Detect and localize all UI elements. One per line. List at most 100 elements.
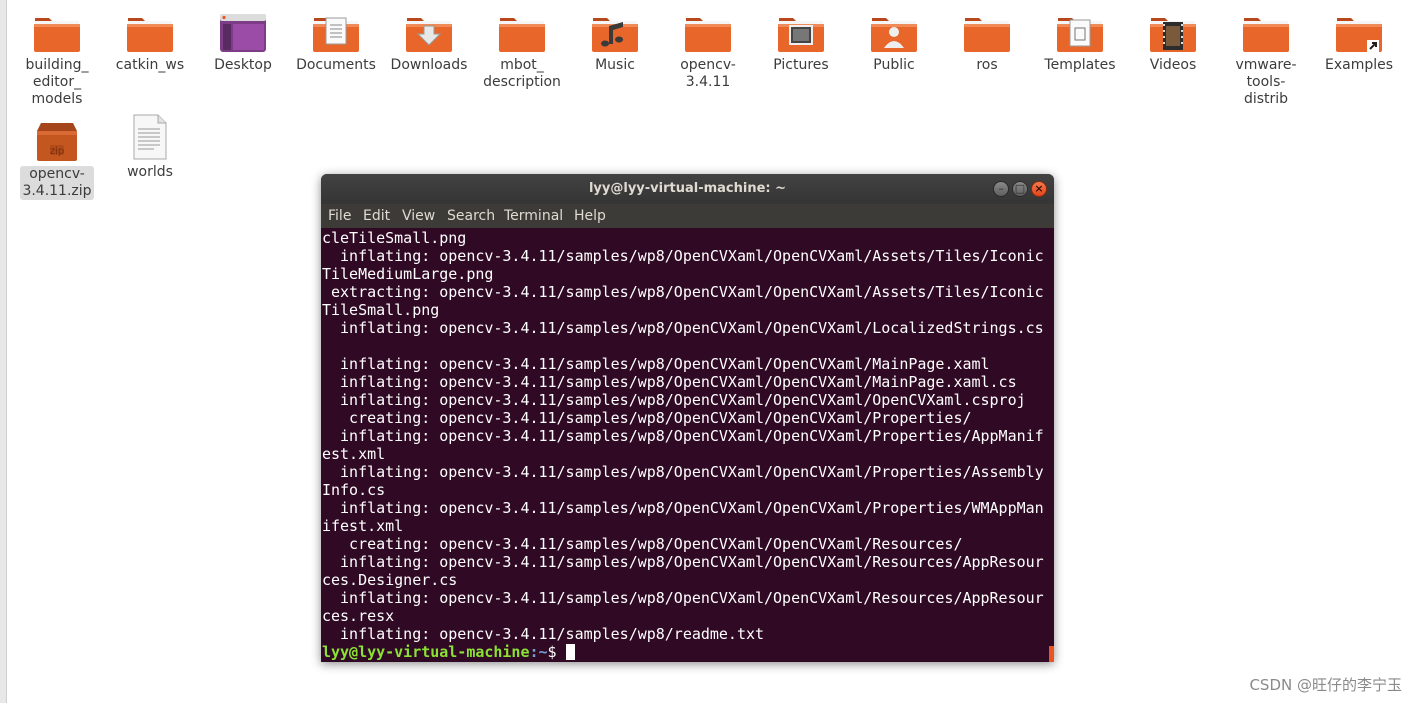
menu-edit[interactable]: Edit (363, 204, 390, 228)
terminal-line: inflating: opencv-3.4.11/samples/wp8/Ope… (322, 427, 1044, 445)
minimize-icon: – (998, 182, 1004, 195)
desktop-icon-templates[interactable]: Templates (1036, 12, 1124, 74)
prompt-user-host: lyy@lyy-virtual-machine (322, 643, 530, 661)
icon-label: Public (873, 57, 915, 73)
icon-label: mbot_ description (483, 57, 561, 90)
terminal-line: inflating: opencv-3.4.11/samples/wp8/rea… (322, 625, 765, 643)
desktop-icon-public[interactable]: Public (850, 12, 938, 74)
terminal-line: cleTileSmall.png (322, 229, 467, 247)
icon-label: ros (976, 57, 998, 73)
zip-archive-icon: zip (33, 121, 81, 163)
desktop-folder-icon (219, 12, 267, 54)
menu-help[interactable]: Help (574, 204, 606, 228)
left-panel-edge (0, 0, 7, 703)
pictures-folder-icon (777, 12, 825, 54)
desktop-icon-opencv-folder[interactable]: opencv- 3.4.11 (664, 12, 752, 91)
terminal-line: inflating: opencv-3.4.11/samples/wp8/Ope… (322, 391, 1026, 409)
folder-icon (684, 12, 732, 54)
terminal-prompt-line[interactable]: lyy@lyy-virtual-machine:~$ (322, 643, 1050, 661)
close-button[interactable]: × (1031, 181, 1047, 197)
desktop-icon-ros[interactable]: ros (943, 12, 1031, 74)
folder-icon (33, 12, 81, 54)
icon-label: building_ editor_ models (25, 57, 89, 107)
desktop-icon-videos[interactable]: Videos (1129, 12, 1217, 74)
maximize-button[interactable]: □ (1012, 181, 1028, 197)
terminal-window[interactable]: lyy@lyy-virtual-machine: ~ – □ × File Ed… (321, 174, 1054, 662)
folder-icon (126, 12, 174, 54)
terminal-titlebar[interactable]: lyy@lyy-virtual-machine: ~ – □ × (321, 174, 1054, 204)
terminal-output: cleTileSmall.png inflating: opencv-3.4.1… (322, 229, 1050, 661)
icon-label: worlds (127, 164, 173, 180)
window-title: lyy@lyy-virtual-machine: ~ (588, 181, 787, 196)
icon-label: Examples (1324, 57, 1394, 73)
icon-label: catkin_ws (115, 57, 185, 73)
close-icon: × (1034, 182, 1044, 195)
terminal-line: creating: opencv-3.4.11/samples/wp8/Open… (322, 535, 963, 553)
desktop-icon-catkin-ws[interactable]: catkin_ws (106, 12, 194, 74)
terminal-line: TileSmall.png (322, 301, 440, 319)
terminal-line: ces.Designer.cs (322, 571, 458, 589)
watermark: CSDN @旺仔的李宁玉 (1249, 676, 1402, 694)
desktop-icon-opencv-zip[interactable]: zip opencv- 3.4.11.zip (13, 121, 101, 200)
folder-icon (1242, 12, 1290, 54)
terminal-line: inflating: opencv-3.4.11/samples/wp8/Ope… (322, 499, 1044, 517)
terminal-line: ifest.xml (322, 517, 404, 535)
terminal-line: inflating: opencv-3.4.11/samples/wp8/Ope… (322, 373, 1017, 391)
prompt-symbol: $ (547, 643, 566, 661)
icon-label: Downloads (390, 57, 468, 73)
terminal-line: ces.resx (322, 607, 395, 625)
desktop-icon-pictures[interactable]: Pictures (757, 12, 845, 74)
public-folder-icon (870, 12, 918, 54)
terminal-line: inflating: opencv-3.4.11/samples/wp8/Ope… (322, 553, 1044, 571)
desktop-icon-documents[interactable]: Documents (292, 12, 380, 74)
terminal-line: inflating: opencv-3.4.11/samples/wp8/Ope… (322, 319, 1044, 337)
maximize-icon: □ (1014, 182, 1026, 195)
terminal-line: creating: opencv-3.4.11/samples/wp8/Open… (322, 409, 972, 427)
terminal-line: extracting: opencv-3.4.11/samples/wp8/Op… (322, 283, 1044, 301)
desktop-icon-music[interactable]: Music (571, 12, 659, 74)
desktop-icon-downloads[interactable]: Downloads (385, 12, 473, 74)
music-folder-icon (591, 12, 639, 54)
desktop-icon-building-editor-models[interactable]: building_ editor_ models (13, 12, 101, 108)
menu-view[interactable]: View (402, 204, 435, 228)
terminal-line: inflating: opencv-3.4.11/samples/wp8/Ope… (322, 355, 990, 373)
desktop-icon-vmware-tools-distrib[interactable]: vmware- tools- distrib (1222, 12, 1310, 108)
terminal-line: inflating: opencv-3.4.11/samples/wp8/Ope… (322, 463, 1044, 481)
icon-label: Pictures (773, 57, 829, 73)
icon-label: opencv- 3.4.11.zip (20, 166, 94, 200)
icon-label: vmware- tools- distrib (1235, 57, 1297, 107)
terminal-line: TileMediumLarge.png (322, 265, 494, 283)
icon-label: Music (595, 57, 635, 73)
desktop-icon-worlds[interactable]: worlds (106, 113, 194, 181)
desktop-icon-examples[interactable]: Examples (1315, 12, 1403, 74)
menu-search[interactable]: Search (447, 204, 495, 228)
videos-folder-icon (1149, 12, 1197, 54)
terminal-line: Info.cs (322, 481, 386, 499)
desktop-icon-desktop[interactable]: Desktop (199, 12, 287, 74)
terminal-line: est.xml (322, 445, 386, 463)
examples-folder-icon (1335, 12, 1383, 54)
minimize-button[interactable]: – (993, 181, 1009, 197)
templates-folder-icon (1056, 12, 1104, 54)
scroll-indicator (1049, 646, 1054, 662)
terminal-line: inflating: opencv-3.4.11/samples/wp8/Ope… (322, 247, 1044, 265)
folder-icon (498, 12, 546, 54)
icon-label: Documents (296, 57, 376, 73)
text-file-icon (126, 113, 174, 161)
svg-text:zip: zip (50, 146, 64, 157)
desktop: building_ editor_ models catkin_ws Deskt… (0, 0, 1418, 703)
desktop-icon-mbot-description[interactable]: mbot_ description (478, 12, 566, 91)
downloads-folder-icon (405, 12, 453, 54)
icon-label: Desktop (214, 57, 272, 73)
terminal-output-area[interactable]: cleTileSmall.png inflating: opencv-3.4.1… (321, 228, 1054, 662)
prompt-path: :~ (529, 643, 548, 661)
menu-file[interactable]: File (328, 204, 351, 228)
icon-label: Templates (1044, 57, 1116, 73)
icon-label: Videos (1149, 57, 1197, 73)
menu-terminal[interactable]: Terminal (504, 204, 563, 228)
documents-folder-icon (312, 12, 360, 54)
terminal-line: inflating: opencv-3.4.11/samples/wp8/Ope… (322, 589, 1044, 607)
text-cursor (565, 644, 575, 660)
terminal-menubar: File Edit View Search Terminal Help (321, 204, 1054, 228)
